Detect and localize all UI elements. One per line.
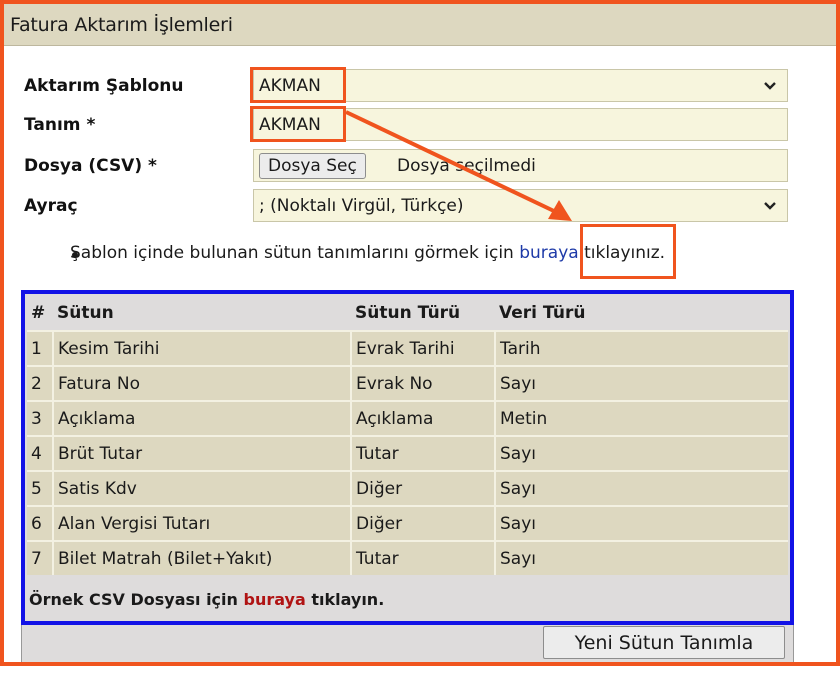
row-data-type: Sayı [495, 365, 788, 401]
row-index: 1 [27, 330, 54, 366]
row-data-type: Tarih [495, 330, 788, 366]
row-column-type: Tutar [351, 540, 496, 575]
table-row[interactable]: 3 Açıklama Açıklama Metin [27, 400, 788, 436]
choose-file-button[interactable]: Dosya Seç [259, 153, 366, 179]
row-data-type: Metin [495, 400, 788, 436]
sample-text-before: Örnek CSV Dosyası için [29, 590, 244, 609]
row-column-type: Evrak Tarihi [351, 330, 496, 366]
separator-label: Ayraç [24, 196, 78, 216]
columns-grid: # Sütun Sütun Türü Veri Türü 1 Kesim Tar… [21, 290, 794, 625]
table-row[interactable]: 1 Kesim Tarihi Evrak Tarihi Tarih [27, 330, 788, 366]
row-index: 6 [27, 505, 54, 541]
table-row[interactable]: 7 Bilet Matrah (Bilet+Yakıt) Tutar Sayı [27, 540, 788, 575]
annotation-box-name [250, 106, 346, 142]
file-status: Dosya seçilmedi [397, 156, 536, 176]
row-column: Fatura No [53, 365, 352, 401]
col-header-data-type: Veri Türü [495, 296, 788, 331]
row-column: Kesim Tarihi [53, 330, 352, 366]
name-label: Tanım * [24, 115, 96, 135]
table-row[interactable]: 2 Fatura No Evrak No Sayı [27, 365, 788, 401]
template-label: Aktarım Şablonu [24, 76, 184, 96]
separator-select[interactable]: ; (Noktalı Virgül, Türkçe) [253, 189, 788, 222]
row-column-type: Evrak No [351, 365, 496, 401]
info-text: Şablon içinde bulunan sütun tanımlarını … [70, 243, 665, 263]
row-index: 7 [27, 540, 54, 575]
row-column-type: Diğer [351, 470, 496, 506]
panel-header: Fatura Aktarım İşlemleri [4, 4, 836, 46]
annotation-box-link [580, 224, 676, 279]
chevron-down-icon [764, 202, 776, 210]
row-column: Alan Vergisi Tutarı [53, 505, 352, 541]
sample-text-after: tıklayın. [305, 590, 385, 609]
row-column: Açıklama [53, 400, 352, 436]
new-column-button[interactable]: Yeni Sütun Tanımla [543, 626, 785, 659]
row-column: Brüt Tutar [53, 435, 352, 471]
table-row[interactable]: 5 Satis Kdv Diğer Sayı [27, 470, 788, 506]
row-index: 5 [27, 470, 54, 506]
row-column-type: Açıklama [351, 400, 496, 436]
col-header-column-type: Sütun Türü [351, 296, 495, 331]
chevron-down-icon [764, 82, 776, 90]
row-index: 4 [27, 435, 54, 471]
row-index: 2 [27, 365, 54, 401]
columns-link[interactable]: buraya [519, 243, 578, 263]
row-data-type: Sayı [495, 435, 788, 471]
row-data-type: Sayı [495, 505, 788, 541]
table-row[interactable]: 6 Alan Vergisi Tutarı Diğer Sayı [27, 505, 788, 541]
separator-value: ; (Noktalı Virgül, Türkçe) [259, 196, 464, 216]
row-data-type: Sayı [495, 540, 788, 575]
panel-title: Fatura Aktarım İşlemleri [10, 14, 233, 36]
file-input: Dosya Seç Dosya seçilmedi [253, 149, 788, 182]
info-text-before: Şablon içinde bulunan sütun tanımlarını … [70, 243, 520, 263]
sample-csv-link[interactable]: buraya [243, 590, 305, 609]
row-column-type: Tutar [351, 435, 496, 471]
row-column: Bilet Matrah (Bilet+Yakıt) [53, 540, 352, 575]
table-header-row: # Sütun Sütun Türü Veri Türü [27, 296, 788, 331]
row-data-type: Sayı [495, 470, 788, 506]
table-row[interactable]: 4 Brüt Tutar Tutar Sayı [27, 435, 788, 471]
row-column-type: Diğer [351, 505, 496, 541]
row-index: 3 [27, 400, 54, 436]
columns-table: # Sütun Sütun Türü Veri Türü 1 Kesim Tar… [27, 296, 788, 575]
file-label: Dosya (CSV) * [24, 156, 157, 176]
col-header-column: Sütun [53, 296, 351, 331]
annotation-box-template [250, 67, 346, 103]
sample-csv-text: Örnek CSV Dosyası için buraya tıklayın. [29, 590, 384, 609]
row-column: Satis Kdv [53, 470, 352, 506]
col-header-index: # [27, 296, 53, 331]
